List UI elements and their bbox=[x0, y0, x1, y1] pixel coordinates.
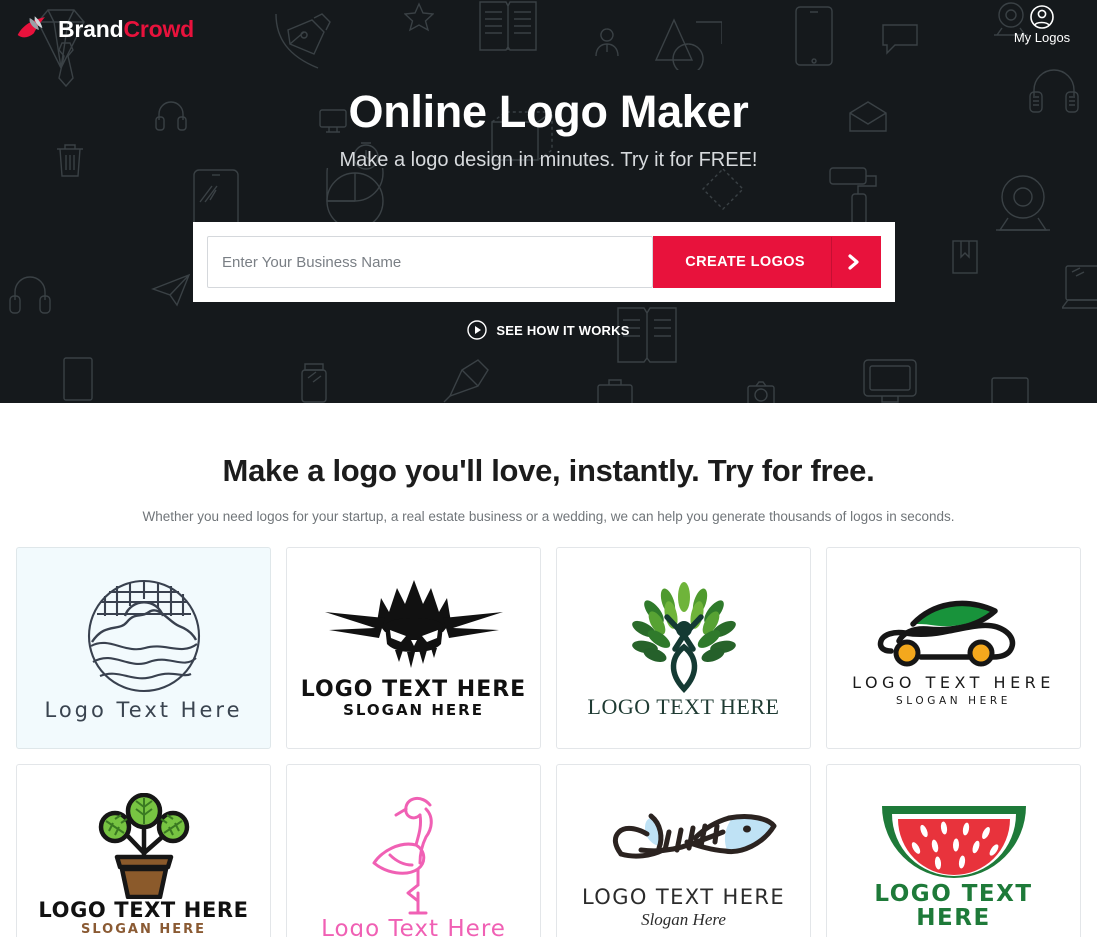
logo-text: LOGO TEXT HERE bbox=[852, 672, 1055, 692]
laptop-icon bbox=[1062, 265, 1097, 309]
eco-car-leaf-logo bbox=[877, 600, 1015, 667]
potted-plant-logo bbox=[98, 793, 189, 900]
camera-icon bbox=[747, 381, 775, 403]
logo-card-leaf-person-tree[interactable]: LOGO TEXT HERE bbox=[556, 547, 811, 749]
logo-card-eco-car[interactable]: LOGO TEXT HERE SLOGAN HERE bbox=[826, 547, 1081, 749]
old-monitor-icon bbox=[863, 359, 917, 403]
play-circle-icon bbox=[467, 320, 488, 340]
window-icon bbox=[63, 357, 93, 401]
briefcase-icon bbox=[597, 379, 633, 403]
headphones-small-icon bbox=[9, 276, 51, 314]
business-name-input[interactable] bbox=[207, 236, 654, 288]
logo-text: LOGO TEXT HERE bbox=[587, 694, 780, 720]
fish-bone-logo bbox=[612, 813, 776, 859]
hero-subtitle: Make a logo design in minutes. Try it fo… bbox=[339, 149, 758, 172]
logo-text: LOGO TEXT HERE bbox=[581, 884, 786, 909]
logo-slogan: SLOGAN HERE bbox=[343, 700, 484, 719]
logo-text: LOGO TEXT HERE bbox=[300, 676, 527, 702]
brand-text: BrandCrowd bbox=[58, 15, 195, 42]
jar-icon bbox=[301, 363, 327, 403]
logo-slogan: SLOGAN HERE bbox=[80, 922, 207, 937]
mountain-sunrise-circle-logo bbox=[87, 580, 200, 693]
section-title: Make a logo you'll love, instantly. Try … bbox=[222, 453, 875, 488]
webcam-icon bbox=[996, 175, 1050, 231]
flamingo-line-logo bbox=[372, 796, 433, 915]
watermelon-slice-logo bbox=[881, 805, 1026, 878]
logo-slogan: SLOGAN HERE bbox=[896, 695, 1011, 708]
winged-skull-logo bbox=[324, 579, 503, 668]
create-logos-label: CREATE LOGOS bbox=[685, 254, 805, 270]
logo-search-bar: CREATE LOGOS bbox=[193, 222, 895, 302]
bookmark-icon bbox=[952, 240, 978, 274]
logo-card-winged-skull[interactable]: LOGO TEXT HERE SLOGAN HERE bbox=[286, 547, 541, 749]
user-account-icon bbox=[1030, 5, 1054, 29]
chevron-right-icon bbox=[831, 237, 875, 287]
page-root: BrandCrowd My Logos Online Logo Maker Ma… bbox=[0, 0, 1097, 937]
my-logos-button[interactable]: My Logos bbox=[999, 4, 1085, 45]
diamond-outline-icon bbox=[702, 168, 744, 210]
logo-text: LOGO TEXT HERE bbox=[874, 880, 1033, 931]
brand-text-first: Brand bbox=[58, 15, 124, 42]
brand-text-second: Crowd bbox=[123, 15, 195, 42]
logo-text: Logo Text Here bbox=[321, 915, 506, 937]
frame-icon bbox=[991, 377, 1029, 403]
main-section: Make a logo you'll love, instantly. Try … bbox=[0, 403, 1097, 937]
see-how-it-works-link[interactable]: SEE HOW IT WORKS bbox=[0, 320, 1097, 340]
page-title: Online Logo Maker bbox=[348, 86, 749, 137]
logo-grid: Logo Text Here LOGO TEXT HERE SLOGAN HER… bbox=[0, 524, 1097, 937]
my-logos-label: My Logos bbox=[1013, 30, 1071, 45]
logo-card-potted-plant[interactable]: LOGO TEXT HERE SLOGAN HERE bbox=[16, 764, 271, 937]
section-description: Whether you need logos for your startup,… bbox=[142, 509, 955, 524]
brand-logo[interactable]: BrandCrowd bbox=[16, 14, 194, 44]
paper-plane-icon bbox=[150, 273, 191, 307]
logo-card-watermelon[interactable]: LOGO TEXT HERE bbox=[826, 764, 1081, 937]
logo-text: LOGO TEXT HERE bbox=[38, 898, 249, 923]
brandcrowd-feather-icon bbox=[17, 16, 45, 38]
leaf-person-tree-logo bbox=[631, 582, 736, 694]
hero-section: BrandCrowd My Logos Online Logo Maker Ma… bbox=[0, 0, 1097, 403]
logo-card-fish-bone[interactable]: LOGO TEXT HERE Slogan Here bbox=[556, 764, 811, 937]
logo-slogan: Slogan Here bbox=[641, 909, 726, 929]
see-how-it-works-label: SEE HOW IT WORKS bbox=[496, 322, 630, 338]
logo-card-mountain-sunrise[interactable]: Logo Text Here bbox=[16, 547, 271, 749]
create-logos-button[interactable]: CREATE LOGOS bbox=[653, 236, 881, 288]
logo-card-flamingo[interactable]: Logo Text Here bbox=[286, 764, 541, 937]
logo-text: Logo Text Here bbox=[44, 698, 243, 723]
pen-tool-icon bbox=[443, 359, 489, 403]
